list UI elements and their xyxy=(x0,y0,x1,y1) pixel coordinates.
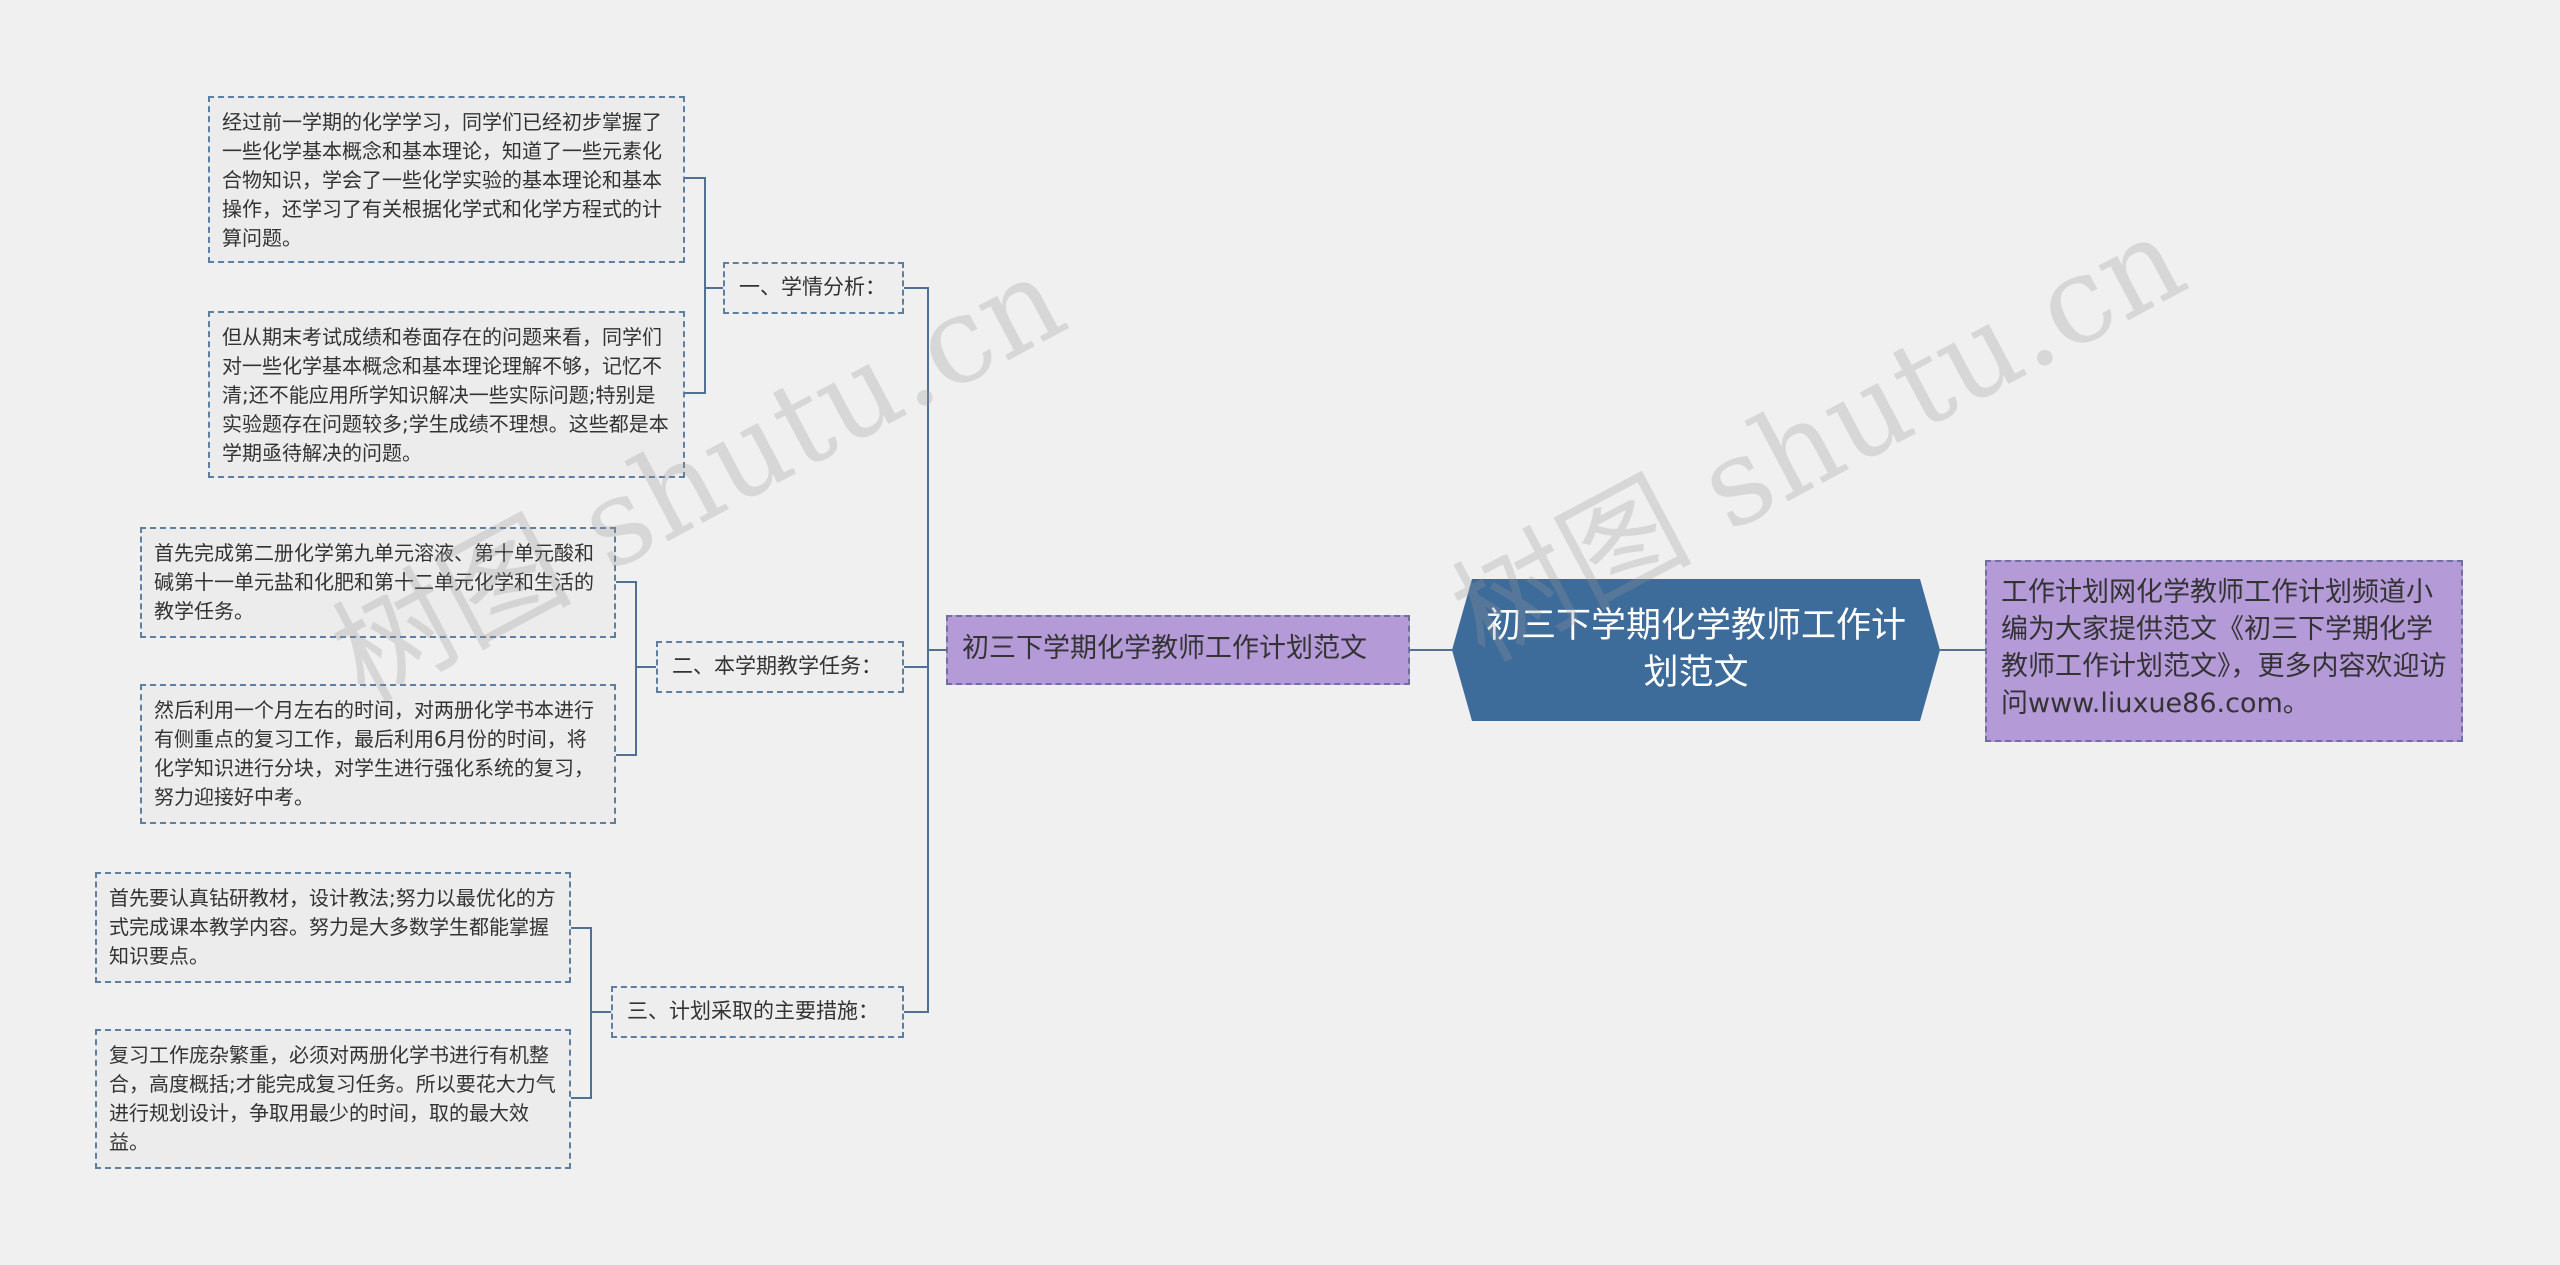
connector-s2-leaf-1 xyxy=(616,581,656,668)
connector-s3-leaf-1 xyxy=(571,927,611,1013)
branch-node[interactable]: 初三下学期化学教师工作计划范文 xyxy=(946,615,1410,685)
mind-map-canvas: 初三下学期化学教师工作计划范文 工作计划网化学教师工作计划频道小编为大家提供范文… xyxy=(0,0,2560,1265)
root-node[interactable]: 初三下学期化学教师工作计划范文 xyxy=(1475,585,1917,715)
connector-s1-leaf-1 xyxy=(685,177,723,289)
connector-branch-section-2 xyxy=(904,650,929,668)
section-node-3[interactable]: 三、计划采取的主要措施： xyxy=(611,986,904,1038)
connector-branch-section-1 xyxy=(904,287,946,651)
note-text: 工作计划网化学教师工作计划频道小编为大家提供范文《初三下学期化学教师工作计划范文… xyxy=(2001,577,2447,719)
connector-s3-leaf-2 xyxy=(571,1012,592,1099)
leaf-node-2-1[interactable]: 首先完成第二册化学第九单元溶液、第十单元酸和碱第十一单元盐和化肥和第十二单元化学… xyxy=(140,527,616,638)
connector-branch-section-3 xyxy=(904,650,929,1013)
section-label: 一、学情分析： xyxy=(739,275,886,299)
section-node-2[interactable]: 二、本学期教学任务： xyxy=(656,641,904,693)
leaf-text: 复习工作庞杂繁重，必须对两册化学书进行有机整合，高度概括;才能完成复习任务。所以… xyxy=(109,1043,556,1154)
connector-s1-leaf-2 xyxy=(685,288,706,394)
leaf-node-3-2[interactable]: 复习工作庞杂繁重，必须对两册化学书进行有机整合，高度概括;才能完成复习任务。所以… xyxy=(95,1029,571,1169)
leaf-text: 然后利用一个月左右的时间，对两册化学书本进行有侧重点的复习工作，最后利用6月份的… xyxy=(154,698,594,809)
note-node[interactable]: 工作计划网化学教师工作计划频道小编为大家提供范文《初三下学期化学教师工作计划范文… xyxy=(1985,560,2463,742)
leaf-text: 但从期末考试成绩和卷面存在的问题来看，同学们对一些化学基本概念和基本理论理解不够… xyxy=(222,325,669,465)
leaf-text: 经过前一学期的化学学习，同学们已经初步掌握了一些化学基本概念和基本理论，知道了一… xyxy=(222,110,662,250)
section-node-1[interactable]: 一、学情分析： xyxy=(723,262,904,314)
connector-s2-leaf-2 xyxy=(616,667,637,756)
leaf-text: 首先要认真钻研教材，设计教法;努力以最优化的方式完成课本教学内容。努力是大多数学… xyxy=(109,886,556,968)
section-label: 三、计划采取的主要措施： xyxy=(627,999,879,1023)
leaf-node-1-2[interactable]: 但从期末考试成绩和卷面存在的问题来看，同学们对一些化学基本概念和基本理论理解不够… xyxy=(208,311,685,478)
leaf-node-1-1[interactable]: 经过前一学期的化学学习，同学们已经初步掌握了一些化学基本概念和基本理论，知道了一… xyxy=(208,96,685,263)
leaf-node-3-1[interactable]: 首先要认真钻研教材，设计教法;努力以最优化的方式完成课本教学内容。努力是大多数学… xyxy=(95,872,571,983)
branch-label: 初三下学期化学教师工作计划范文 xyxy=(962,633,1367,664)
section-label: 二、本学期教学任务： xyxy=(672,654,882,678)
leaf-text: 首先完成第二册化学第九单元溶液、第十单元酸和碱第十一单元盐和化肥和第十二单元化学… xyxy=(154,541,594,623)
leaf-node-2-2[interactable]: 然后利用一个月左右的时间，对两册化学书本进行有侧重点的复习工作，最后利用6月份的… xyxy=(140,684,616,824)
root-label: 初三下学期化学教师工作计划范文 xyxy=(1485,606,1906,693)
